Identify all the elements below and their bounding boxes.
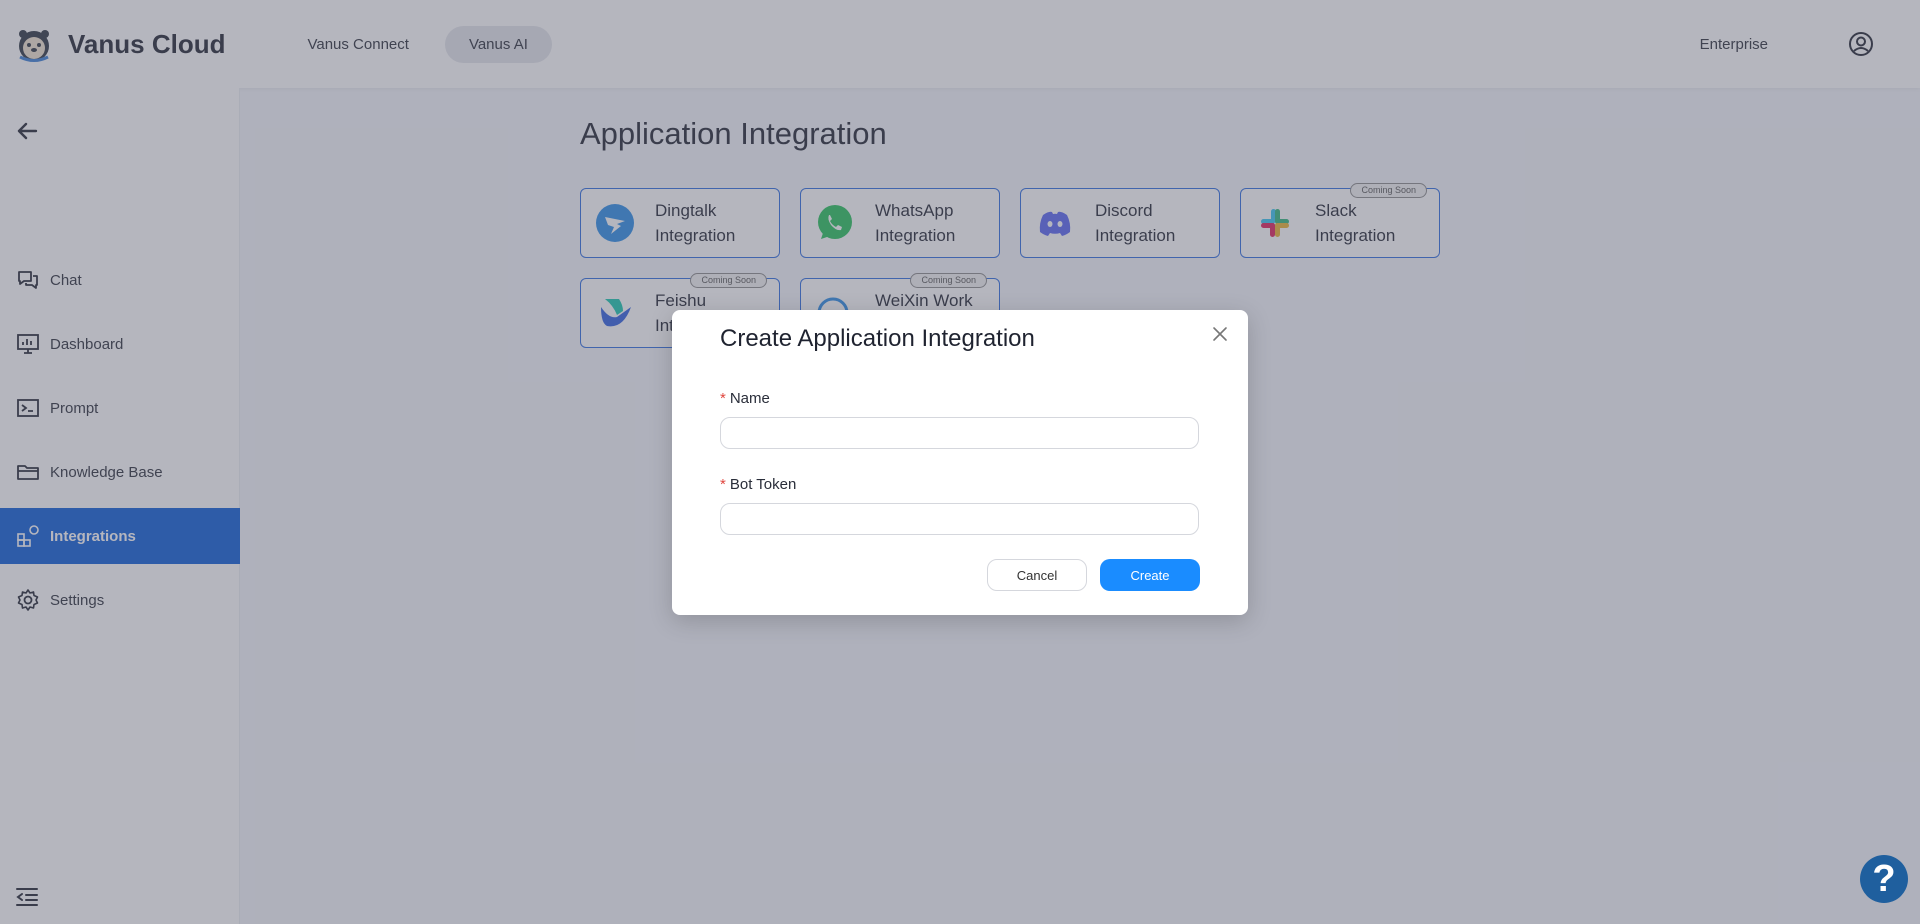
required-mark: *: [720, 390, 726, 407]
bot-token-field-label: * Bot Token: [720, 476, 796, 493]
create-button[interactable]: Create: [1100, 559, 1200, 591]
help-button[interactable]: ?: [1860, 855, 1908, 903]
name-input[interactable]: [720, 417, 1199, 449]
dialog-title: Create Application Integration: [720, 325, 1035, 352]
cancel-button[interactable]: Cancel: [987, 559, 1087, 591]
bot-token-label-text: Bot Token: [729, 476, 797, 493]
name-label-text: Name: [729, 390, 770, 407]
bot-token-input[interactable]: [720, 503, 1199, 535]
create-integration-dialog: Create Application Integration * Name * Bo…: [672, 310, 1248, 615]
required-mark: *: [720, 476, 726, 493]
name-field-label: * Name: [720, 390, 770, 407]
close-icon[interactable]: [1212, 326, 1228, 342]
